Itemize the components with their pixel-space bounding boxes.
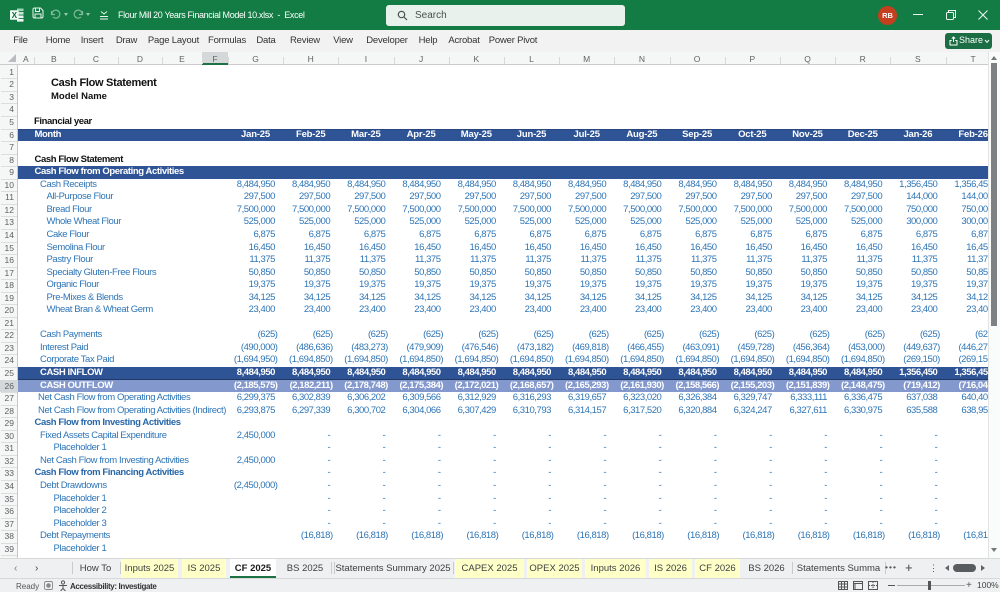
svg-text:X: X [12,11,18,20]
